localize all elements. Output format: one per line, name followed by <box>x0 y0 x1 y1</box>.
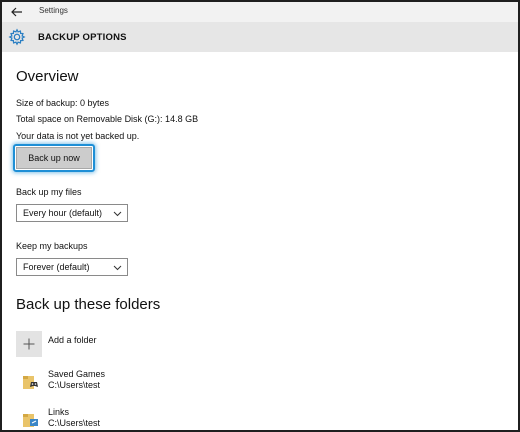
chevron-down-icon <box>113 211 122 217</box>
backup-frequency-label: Back up my files <box>16 187 82 197</box>
plus-icon <box>23 338 35 350</box>
backup-frequency-value: Every hour (default) <box>23 208 103 218</box>
folder-name: Saved Games <box>48 369 106 379</box>
back-arrow-icon <box>11 7 22 17</box>
backup-size-text: Size of backup: 0 bytes <box>16 98 110 108</box>
saved-games-folder-icon <box>23 376 38 389</box>
back-up-now-button[interactable]: Back up now <box>16 147 92 169</box>
overview-heading: Overview <box>16 68 79 85</box>
add-folder-label: Add a folder <box>48 335 97 345</box>
add-folder-tile[interactable] <box>16 331 42 357</box>
page-header: BACKUP OPTIONS <box>2 22 518 52</box>
page-title: BACKUP OPTIONS <box>38 32 127 43</box>
keep-backups-label: Keep my backups <box>16 241 88 251</box>
total-space-text: Total space on Removable Disk (G:): 14.8… <box>16 114 199 124</box>
links-folder-icon <box>23 414 38 427</box>
folder-item-links[interactable]: Links C:\Users\test <box>16 407 216 430</box>
folders-heading: Back up these folders <box>16 296 161 313</box>
folder-path: C:\Users\test <box>48 418 101 428</box>
keep-backups-value: Forever (default) <box>23 262 90 272</box>
gear-icon <box>8 28 26 46</box>
folder-path: C:\Users\test <box>48 380 101 390</box>
window-title: Settings <box>39 6 68 15</box>
title-bar: Settings <box>2 2 518 22</box>
main-content: Overview Size of backup: 0 bytes Total s… <box>2 52 518 430</box>
folder-name: Links <box>48 407 70 417</box>
add-folder-button[interactable]: Add a folder <box>16 331 216 357</box>
backup-status-text: Your data is not yet backed up. <box>16 131 140 141</box>
folder-item-saved-games[interactable]: Saved Games C:\Users\test <box>16 369 216 397</box>
keep-backups-dropdown[interactable]: Forever (default) <box>16 258 128 276</box>
backup-frequency-dropdown[interactable]: Every hour (default) <box>16 204 128 222</box>
chevron-down-icon <box>113 265 122 271</box>
back-button[interactable] <box>8 4 26 20</box>
settings-window: Settings BACKUP OPTIONS Overview Size of… <box>0 0 520 432</box>
